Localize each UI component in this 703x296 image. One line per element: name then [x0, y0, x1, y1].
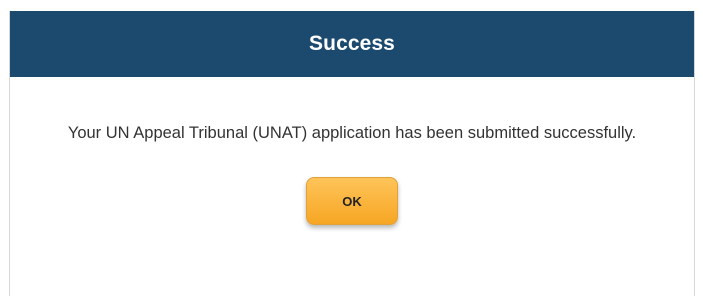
dialog-body: Your UN Appeal Tribunal (UNAT) applicati…: [10, 77, 694, 225]
success-message: Your UN Appeal Tribunal (UNAT) applicati…: [67, 124, 637, 142]
dialog-header: Success: [10, 11, 694, 77]
dialog-title: Success: [309, 32, 395, 55]
ok-button[interactable]: OK: [306, 177, 398, 225]
success-dialog: Success Your UN Appeal Tribunal (UNAT) a…: [9, 11, 695, 296]
